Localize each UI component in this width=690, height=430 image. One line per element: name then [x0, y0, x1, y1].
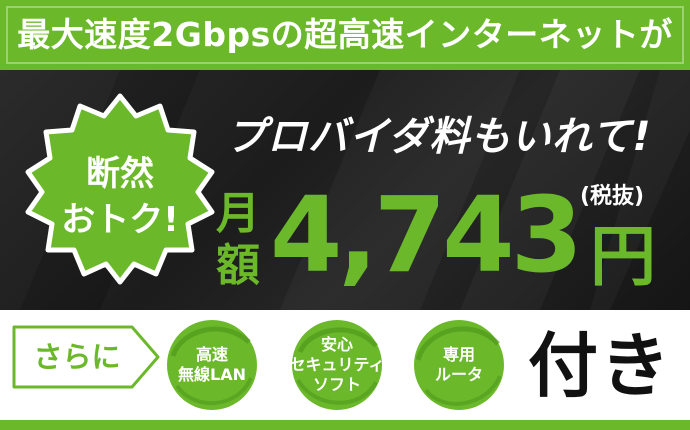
- headline: 最大速度2Gbpsの超高速インターネットが: [17, 15, 673, 54]
- feature-text: 安心 セキュリティ ソフト: [288, 316, 386, 414]
- feature-text: 専用 ルータ: [410, 316, 508, 414]
- feature-line: 無線LAN: [178, 365, 246, 384]
- bottom-accent-stripe: [0, 420, 690, 430]
- badge-text-line1: 断然: [86, 154, 154, 194]
- included-brush-text: 付き: [528, 324, 672, 407]
- discount-badge: 断然 おトク!: [20, 88, 220, 288]
- feature-security-software: 安心 セキュリティ ソフト: [288, 316, 386, 414]
- feature-line: ソフト: [312, 375, 361, 394]
- feature-line: セキュリティ: [289, 355, 385, 374]
- extras-intro-label: さらに: [33, 340, 121, 374]
- feature-wireless-lan: 高速 無線LAN: [163, 316, 261, 414]
- currency-label: 円: [590, 218, 656, 295]
- feature-text: 高速 無線LAN: [163, 316, 261, 414]
- feature-line: 専用: [442, 345, 475, 364]
- badge-text-line2: おトク!: [61, 200, 179, 240]
- feature-line: 安心: [320, 335, 353, 354]
- feature-line: ルータ: [434, 365, 483, 384]
- feature-dedicated-router: 専用 ルータ: [410, 316, 508, 414]
- price-value: 4,743: [270, 174, 583, 296]
- header-bar: 最大速度2Gbpsの超高速インターネットが: [0, 0, 690, 70]
- promo-banner: 最大速度2Gbpsの超高速インターネットが 断然 おトク! プロバイダ料もいれて…: [0, 0, 690, 430]
- extras-intro-tag: さらに: [12, 325, 160, 389]
- provider-fee-text: プロバイダ料もいれて!: [226, 114, 652, 160]
- monthly-label: 月額: [216, 188, 260, 291]
- tax-note: (税抜): [580, 184, 645, 209]
- feature-line: 高速: [195, 345, 228, 364]
